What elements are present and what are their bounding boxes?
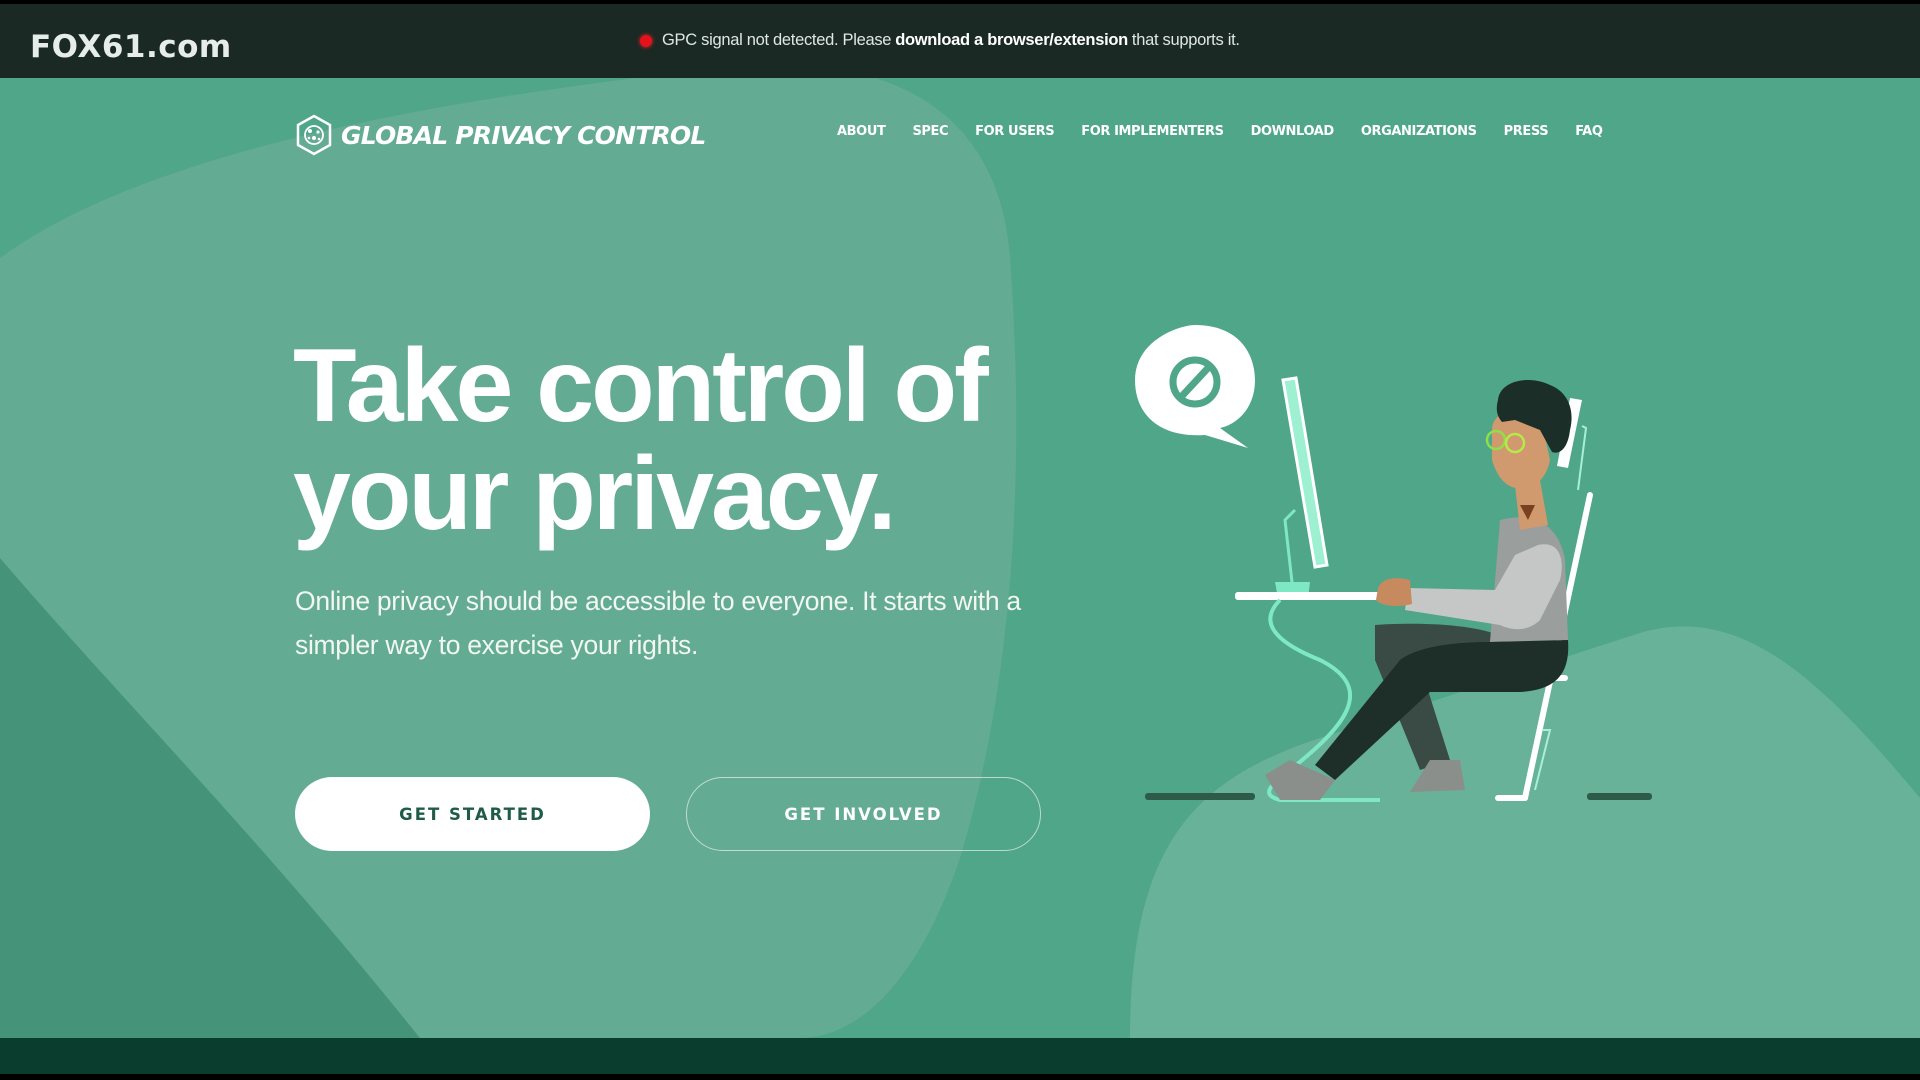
status-dot-icon <box>640 34 652 47</box>
gpc-status-text-end: that supports it. <box>1131 31 1240 49</box>
nav-press[interactable]: PRESS <box>1504 124 1549 139</box>
nav-download[interactable]: DOWNLOAD <box>1251 124 1335 139</box>
hero-subtext: Online privacy should be accessible to e… <box>295 586 1021 660</box>
site-brand[interactable]: GLOBAL PRIVACY CONTROL <box>295 114 706 156</box>
floor-line <box>1587 793 1652 800</box>
monitor-icon <box>1275 376 1329 598</box>
nav-for-implementers[interactable]: FOR IMPLEMENTERS <box>1081 124 1224 139</box>
gpc-status-text: GPC signal not detected. Please <box>662 31 892 49</box>
nav-for-users[interactable]: FOR USERS <box>975 124 1054 139</box>
floor-line <box>1145 793 1255 800</box>
main-nav: ABOUT SPEC FOR USERS FOR IMPLEMENTERS DO… <box>837 124 1630 139</box>
video-bottom-border <box>0 1074 1920 1080</box>
hero-section: GLOBAL PRIVACY CONTROL ABOUT SPEC FOR US… <box>0 78 1920 1038</box>
gpc-status-banner: GPC signal not detected. Please download… <box>640 31 1240 50</box>
nav-faq[interactable]: FAQ <box>1575 124 1603 139</box>
get-involved-button[interactable]: GET INVOLVED <box>686 777 1041 851</box>
broadcast-top-bar: FOX61.com GPC signal not detected. Pleas… <box>0 4 1920 78</box>
headline-line-1: Take control of <box>293 328 989 444</box>
broadcast-bottom-band <box>0 1038 1920 1074</box>
get-started-button[interactable]: GET STARTED <box>295 777 650 851</box>
nav-organizations[interactable]: ORGANIZATIONS <box>1361 124 1477 139</box>
nav-about[interactable]: ABOUT <box>837 124 886 139</box>
person-hand <box>1376 578 1412 607</box>
person-arm <box>1405 544 1562 630</box>
hero-headline: Take control of your privacy. <box>293 332 989 548</box>
hexagon-logo-icon <box>296 114 332 156</box>
station-logo: FOX61.com <box>30 29 232 65</box>
person-at-computer-illustration <box>1135 325 1652 802</box>
nav-spec[interactable]: SPEC <box>912 124 948 139</box>
speech-bubble-icon <box>1135 325 1255 448</box>
brand-name: GLOBAL PRIVACY CONTROL <box>341 120 706 150</box>
headline-line-2: your privacy. <box>293 436 897 552</box>
download-extension-link[interactable]: download a browser/extension <box>895 31 1128 50</box>
